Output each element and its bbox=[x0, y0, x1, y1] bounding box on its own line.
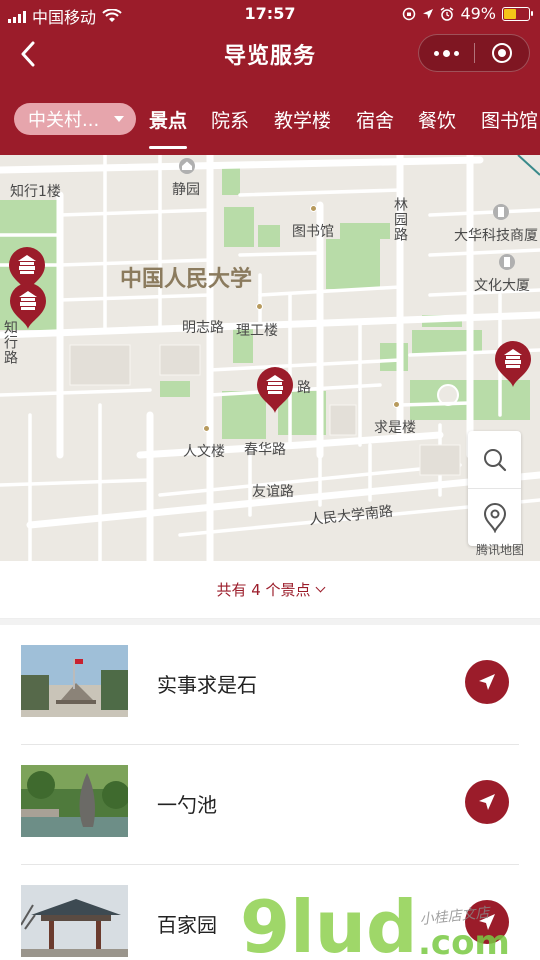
map-label-library: 图书馆 bbox=[292, 224, 334, 240]
navigation-arrow-icon bbox=[479, 674, 495, 690]
tab-library[interactable]: 图书馆 bbox=[481, 106, 538, 133]
tab-dormitories[interactable]: 宿舍 bbox=[356, 106, 394, 133]
list-item[interactable]: 实事求是石 bbox=[0, 625, 540, 745]
campus-map[interactable]: 知行1楼 静园 图书馆 林园路 大华科技商厦 中国人民大学 文化大厦 明志路 理… bbox=[0, 155, 540, 561]
status-bar: 中国移动 17:57 49% bbox=[0, 0, 540, 28]
spot-count-toggle[interactable]: 共有 4 个景点 bbox=[0, 561, 540, 619]
active-tab-indicator bbox=[149, 146, 187, 149]
poi-dot bbox=[393, 401, 400, 408]
spot-name: 一勺池 bbox=[157, 793, 217, 817]
map-label-youyi: 友谊路 bbox=[252, 484, 294, 500]
map-label-jingyuan: 静园 bbox=[172, 182, 200, 198]
search-icon bbox=[483, 448, 506, 471]
map-provider-logo: 腾讯地图 bbox=[476, 543, 525, 557]
alarm-icon bbox=[441, 6, 454, 21]
list-item[interactable]: 百家园 bbox=[0, 865, 540, 960]
battery-icon bbox=[502, 6, 533, 21]
navigation-arrow-icon bbox=[479, 914, 495, 930]
tab-departments[interactable]: 院系 bbox=[211, 106, 249, 133]
rotation-lock-icon bbox=[403, 7, 416, 20]
caret-down-icon bbox=[114, 116, 124, 122]
campus-select-label: 中关村... bbox=[28, 110, 100, 131]
campus-select[interactable]: 中关村... bbox=[14, 103, 136, 135]
map-label-zhixing1: 知行1楼 bbox=[10, 184, 61, 200]
map-label-qiushi: 求是楼 bbox=[374, 420, 416, 436]
target-icon bbox=[491, 43, 512, 63]
location-arrow-icon bbox=[423, 8, 434, 19]
map-locate-button[interactable] bbox=[468, 489, 521, 546]
map-label-linyuan: 林园路 bbox=[392, 197, 408, 242]
map-label-renwen: 人文楼 bbox=[183, 444, 225, 460]
spot-thumbnail bbox=[21, 885, 128, 957]
navigate-button[interactable] bbox=[465, 900, 509, 944]
mini-program-capsule bbox=[418, 34, 530, 72]
home-poi-icon bbox=[179, 158, 195, 174]
battery-percent: 49% bbox=[460, 4, 496, 23]
map-controls bbox=[468, 431, 521, 546]
tab-teaching-buildings[interactable]: 教学楼 bbox=[274, 106, 331, 133]
spot-name: 百家园 bbox=[157, 913, 217, 937]
close-mini-program-button[interactable] bbox=[474, 35, 529, 71]
more-dots-icon bbox=[433, 49, 459, 57]
spot-thumbnail bbox=[21, 765, 128, 837]
map-label-road: 路 bbox=[297, 380, 311, 396]
scenic-pin[interactable] bbox=[6, 279, 50, 331]
map-label-wenhua: 文化大厦 bbox=[474, 278, 530, 294]
scenic-pin[interactable] bbox=[253, 363, 297, 415]
map-label-dahua: 大华科技商厦 bbox=[454, 228, 538, 244]
spot-name: 实事求是石 bbox=[157, 673, 257, 697]
building-poi-icon bbox=[493, 204, 509, 220]
scenic-pin[interactable] bbox=[491, 337, 535, 389]
poi-dot bbox=[203, 425, 210, 432]
more-button[interactable] bbox=[419, 35, 474, 71]
header: 中国移动 17:57 49% 导览服务 中关村... 景点 院系 教学楼 宿舍 … bbox=[0, 0, 540, 155]
nav-bar: 导览服务 bbox=[0, 28, 540, 80]
poi-dot bbox=[310, 205, 317, 212]
building-poi-icon bbox=[499, 254, 515, 270]
map-label-ligong: 理工楼 bbox=[236, 323, 278, 339]
spot-thumbnail bbox=[21, 645, 128, 717]
chevron-down-icon bbox=[315, 582, 325, 593]
spot-count-text: 共有 4 个景点 bbox=[216, 581, 311, 599]
map-label-mingzhi: 明志路 bbox=[182, 320, 224, 336]
map-label-ruc: 中国人民大学 bbox=[120, 267, 253, 292]
list-item[interactable]: 一勺池 bbox=[0, 745, 540, 865]
navigate-button[interactable] bbox=[465, 780, 509, 824]
map-label-chunhua: 春华路 bbox=[244, 442, 286, 458]
tab-dining[interactable]: 餐饮 bbox=[418, 106, 456, 133]
location-pin-icon bbox=[483, 502, 506, 533]
poi-dot bbox=[256, 303, 263, 310]
navigation-arrow-icon bbox=[479, 794, 495, 810]
map-search-button[interactable] bbox=[468, 431, 521, 488]
tab-scenic[interactable]: 景点 bbox=[149, 106, 187, 133]
navigate-button[interactable] bbox=[465, 660, 509, 704]
category-tabs: 中关村... 景点 院系 教学楼 宿舍 餐饮 图书馆 bbox=[0, 96, 540, 155]
